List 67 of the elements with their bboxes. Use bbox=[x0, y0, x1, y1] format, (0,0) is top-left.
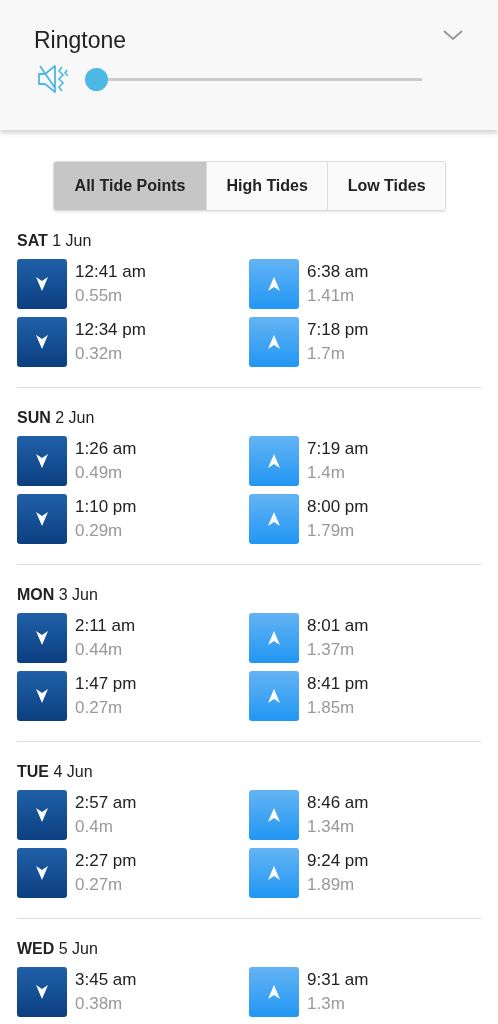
slider-thumb[interactable] bbox=[85, 67, 108, 91]
tide-height: 1.3m bbox=[307, 993, 346, 1015]
tide-time: 2:11 am bbox=[75, 615, 136, 637]
up-arrow-icon bbox=[268, 277, 280, 291]
filter-tab[interactable]: High Tides bbox=[207, 162, 329, 210]
up-arrow-icon bbox=[268, 335, 280, 349]
tide-height: 0.27m bbox=[75, 874, 124, 896]
down-arrow-icon bbox=[36, 689, 48, 703]
tide-time: 9:24 pm bbox=[307, 850, 369, 872]
tide-height: 1.37m bbox=[307, 639, 356, 661]
tide-time: 12:41 am bbox=[75, 261, 146, 283]
tide-height: 1.79m bbox=[307, 520, 356, 542]
up-arrow-icon bbox=[268, 631, 280, 645]
tide-height: 0.49m bbox=[75, 462, 124, 484]
tide-time: 8:41 pm bbox=[307, 673, 369, 695]
tide-height: 0.32m bbox=[75, 343, 124, 365]
volume-slider[interactable] bbox=[85, 67, 422, 91]
panel-title: Ringtone bbox=[34, 26, 127, 54]
tide-height: 1.34m bbox=[307, 816, 356, 838]
down-arrow-icon bbox=[36, 277, 48, 291]
up-arrow-icon bbox=[268, 454, 280, 468]
tide-height: 0.38m bbox=[75, 993, 124, 1015]
up-arrow-icon bbox=[268, 689, 280, 703]
up-arrow-icon bbox=[268, 866, 280, 880]
day-heading: MON 3 Jun bbox=[17, 585, 99, 605]
filter-tab[interactable]: Low Tides bbox=[328, 162, 445, 210]
tide-time: 8:00 pm bbox=[307, 496, 369, 518]
tide-height: 0.4m bbox=[75, 816, 114, 838]
down-arrow-icon bbox=[36, 866, 48, 880]
down-arrow-icon bbox=[36, 335, 48, 349]
tide-height: 0.44m bbox=[75, 639, 124, 661]
tide-height: 1.85m bbox=[307, 697, 356, 719]
tide-height: 0.29m bbox=[75, 520, 124, 542]
tide-time: 1:26 am bbox=[75, 438, 137, 460]
tide-time: 12:34 pm bbox=[75, 319, 146, 341]
day-heading: WED 5 Jun bbox=[17, 939, 99, 959]
day-heading: SUN 2 Jun bbox=[17, 408, 96, 428]
tide-time: 2:57 am bbox=[75, 792, 137, 814]
tide-time: 9:31 am bbox=[307, 969, 369, 991]
tide-time: 8:46 am bbox=[307, 792, 369, 814]
chevron-down-icon[interactable] bbox=[443, 30, 463, 41]
tide-time: 2:27 pm bbox=[75, 850, 137, 872]
tide-time: 1:10 pm bbox=[75, 496, 137, 518]
down-arrow-icon bbox=[36, 985, 48, 999]
up-arrow-icon bbox=[268, 985, 280, 999]
down-arrow-icon bbox=[36, 631, 48, 645]
down-arrow-icon bbox=[36, 512, 48, 526]
tide-height: 1.7m bbox=[307, 343, 346, 365]
tide-height: 1.4m bbox=[307, 462, 346, 484]
tide-time: 1:47 pm bbox=[75, 673, 137, 695]
tide-height: 0.55m bbox=[75, 285, 124, 307]
down-arrow-icon bbox=[36, 454, 48, 468]
down-arrow-icon bbox=[36, 808, 48, 822]
tide-time: 3:45 am bbox=[75, 969, 137, 991]
tide-height: 0.27m bbox=[75, 697, 124, 719]
tide-time: 7:19 am bbox=[307, 438, 369, 460]
tide-time: 7:18 pm bbox=[307, 319, 369, 341]
up-arrow-icon bbox=[268, 808, 280, 822]
tide-time: 6:38 am bbox=[307, 261, 369, 283]
tide-height: 1.89m bbox=[307, 874, 356, 896]
filter-tab[interactable]: All Tide Points bbox=[54, 162, 207, 210]
up-arrow-icon bbox=[268, 512, 280, 526]
tide-time: 8:01 am bbox=[307, 615, 369, 637]
day-heading: TUE 4 Jun bbox=[17, 762, 94, 782]
tide-height: 1.41m bbox=[307, 285, 356, 307]
day-heading: SAT 1 Jun bbox=[17, 231, 93, 251]
muted-speaker-icon[interactable] bbox=[38, 64, 69, 94]
